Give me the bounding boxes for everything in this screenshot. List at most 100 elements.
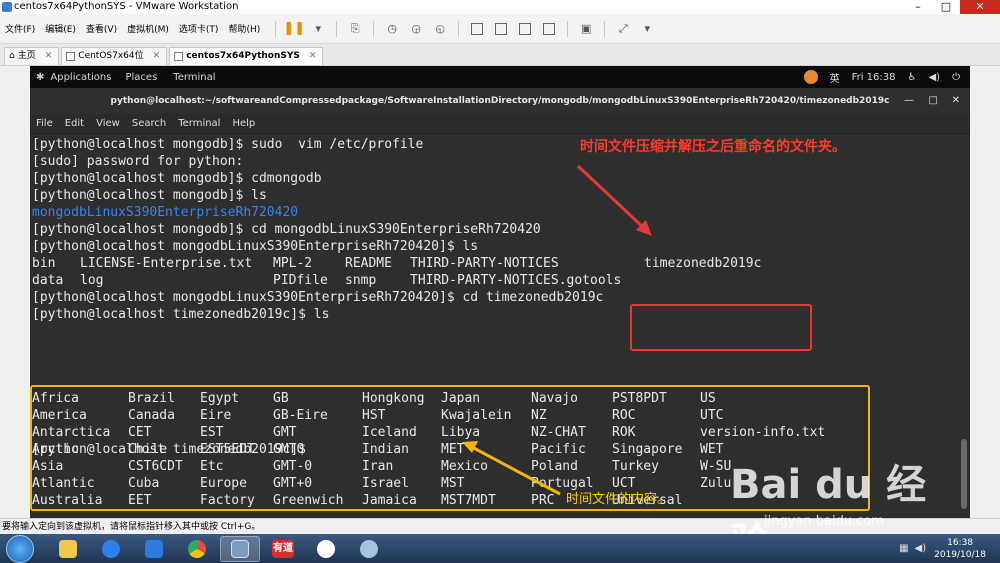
applications-icon: ✱	[36, 71, 45, 83]
folder-icon	[59, 539, 77, 558]
terminal-line: [python@localhost mongodb]$ cd mongodbLi…	[32, 222, 541, 237]
ls-entry: snmp	[345, 273, 377, 288]
ls-entry: MPL-2	[273, 256, 313, 271]
snapshot-icon[interactable]: ◷	[383, 20, 401, 38]
ls-entry: PIDfile	[273, 273, 328, 288]
close-icon[interactable]: ✕	[960, 0, 1000, 14]
ls-entry: THIRD-PARTY-NOTICES	[410, 256, 559, 271]
system-tray: ▦ ◀) 16:38 2019/10/18	[740, 534, 1000, 563]
menu-view[interactable]: 查看(V)	[81, 22, 122, 35]
accessibility-icon[interactable]: ♿	[908, 72, 917, 83]
stretch-icon[interactable]: ⤢	[614, 20, 632, 38]
ie-icon	[360, 539, 378, 558]
taskbar-pen-app[interactable]	[134, 536, 174, 562]
guest-screen[interactable]: ✱ Applications Places Terminal 英 Fri 16:…	[30, 66, 970, 518]
annotation-red-box	[630, 304, 812, 351]
network-icon[interactable]: ▦	[899, 543, 908, 554]
menu-edit[interactable]: 编辑(E)	[40, 22, 81, 35]
thumbnail-icon[interactable]	[492, 20, 510, 38]
taskbar-wechat[interactable]	[306, 536, 346, 562]
menu-help[interactable]: 帮助(H)	[223, 22, 265, 35]
youdao-icon: 有道	[272, 539, 294, 558]
terminal-line: [python@localhost timezonedb2019c]$ ls	[32, 307, 330, 322]
console-icon[interactable]: ▣	[577, 20, 595, 38]
annotation-red-text: 时间文件压缩并解压之后重命名的文件夹。	[580, 139, 846, 155]
update-icon[interactable]	[803, 70, 818, 84]
vmware-tab-strip: ⌂ 主页 ✕ CentOS7x64位 ✕ centos7x64PythonSYS…	[0, 44, 1000, 66]
terminal-line: [python@localhost mongodbLinuxS390Enterp…	[32, 290, 604, 305]
sidebar-toggle-icon[interactable]	[468, 20, 486, 38]
taskbar-ie[interactable]	[349, 536, 389, 562]
terminal-line: [python@localhost mongodb]$ cdmongodb	[32, 171, 322, 186]
fullscreen-icon[interactable]	[516, 20, 534, 38]
terminal-title: python@localhost:~/softwareandCompressed…	[110, 96, 890, 106]
taskbar-media-player[interactable]	[91, 536, 131, 562]
tray-icons: ▦ ◀)	[899, 543, 926, 554]
media-player-icon	[102, 539, 120, 558]
terminal-menu-terminal[interactable]: Terminal	[178, 118, 220, 129]
start-button[interactable]	[6, 534, 34, 563]
terminal-line: [python@localhost mongodb]$ ls	[32, 188, 267, 203]
taskbar-chrome[interactable]	[177, 536, 217, 562]
terminal-scrollbar[interactable]	[961, 439, 967, 509]
ls-entry: THIRD-PARTY-NOTICES.gotools	[410, 273, 622, 288]
places-menu[interactable]: Places	[125, 72, 157, 83]
applications-menu[interactable]: Applications	[50, 72, 111, 83]
power-icon[interactable]: ⏻	[952, 72, 960, 83]
menu-vm[interactable]: 虚拟机(M)	[122, 22, 174, 35]
terminal-app-menu[interactable]: Terminal	[173, 72, 215, 83]
menu-file[interactable]: 文件(F)	[0, 22, 40, 35]
terminal-line: mongodbLinuxS390EnterpriseRh720420	[32, 205, 299, 220]
window-controls: – □ ✕	[904, 0, 1000, 14]
terminal-menu-file[interactable]: File	[36, 118, 53, 129]
vmware-menubar: 文件(F) 编辑(E) 查看(V) 虚拟机(M) 选项卡(T) 帮助(H) ❚❚…	[0, 14, 1000, 44]
baidu-watermark: Bai du 经验 jingyan.baidu.com	[730, 452, 960, 563]
vmware-icon	[231, 539, 249, 558]
terminal-title-bar: python@localhost:~/softwareandCompressed…	[30, 88, 970, 114]
terminal-close-icon[interactable]: ✕	[952, 88, 960, 114]
tab-centos7x64pythonsys[interactable]: centos7x64PythonSYS ✕	[169, 47, 324, 65]
maximize-icon[interactable]: □	[932, 0, 960, 14]
terminal-menu-view[interactable]: View	[96, 118, 120, 129]
volume-icon[interactable]: ◀)	[928, 72, 940, 83]
home-icon: ⌂	[9, 51, 15, 61]
minimize-icon[interactable]: –	[904, 0, 932, 14]
terminal-maximize-icon[interactable]: □	[929, 88, 938, 114]
taskbar-vmware[interactable]	[220, 535, 260, 562]
terminal-menu-help[interactable]: Help	[232, 118, 255, 129]
gnome-top-bar: ✱ Applications Places Terminal 英 Fri 16:…	[30, 66, 970, 88]
dropdown-icon[interactable]: ▾	[309, 20, 327, 38]
vmware-title-bar: centos7x64PythonSYS - VMware Workstation…	[0, 0, 1000, 14]
status-message: 要将输入定向到该虚拟机，请将鼠标指针移入其中或按 Ctrl+G。	[2, 522, 261, 532]
close-tab-icon[interactable]: ✕	[45, 48, 53, 65]
unity-icon[interactable]	[540, 20, 558, 38]
terminal-menu-search[interactable]: Search	[132, 118, 166, 129]
menu-tabs[interactable]: 选项卡(T)	[174, 22, 224, 35]
gnome-clock[interactable]: Fri 16:38	[852, 72, 896, 83]
terminal-minimize-icon[interactable]: —	[904, 88, 914, 114]
send-keys-icon[interactable]: ⎘	[346, 20, 364, 38]
close-tab-icon[interactable]: ✕	[153, 48, 161, 65]
tab-home[interactable]: ⌂ 主页 ✕	[4, 47, 60, 65]
ls-entry: README	[345, 256, 392, 271]
close-tab-icon[interactable]: ✕	[309, 48, 317, 65]
taskbar-youdao[interactable]: 有道	[263, 536, 303, 562]
vmware-toolbar: ❚❚ ▾ ⎘ ◷ ◶ ◵ ▣ ⤢ ▾	[269, 20, 659, 38]
terminal-line: [sudo] password for python:	[32, 154, 244, 169]
wechat-icon	[317, 539, 335, 558]
pen-icon	[145, 539, 163, 558]
pause-icon[interactable]: ❚❚	[283, 20, 305, 38]
terminal-menubar: File Edit View Search Terminal Help	[30, 114, 970, 134]
terminal-menu-edit[interactable]: Edit	[65, 118, 84, 129]
taskbar-explorer[interactable]	[48, 536, 88, 562]
taskbar-clock[interactable]: 16:38 2019/10/18	[934, 537, 986, 561]
speaker-icon[interactable]: ◀)	[915, 543, 927, 554]
input-method-indicator[interactable]: 英	[830, 70, 840, 85]
tab-centos7x64[interactable]: CentOS7x64位 ✕	[61, 47, 168, 65]
windows-taskbar: 有道 ▦ ◀) 16:38 2019/10/18	[0, 534, 1000, 563]
stretch-dropdown-icon[interactable]: ▾	[638, 20, 656, 38]
revert-snapshot-icon[interactable]: ◶	[407, 20, 425, 38]
gnome-status-area: 英 Fri 16:38 ♿ ◀) ⏻	[803, 66, 960, 88]
snapshot-manager-icon[interactable]: ◵	[431, 20, 449, 38]
baidu-url: jingyan.baidu.com	[764, 514, 884, 529]
